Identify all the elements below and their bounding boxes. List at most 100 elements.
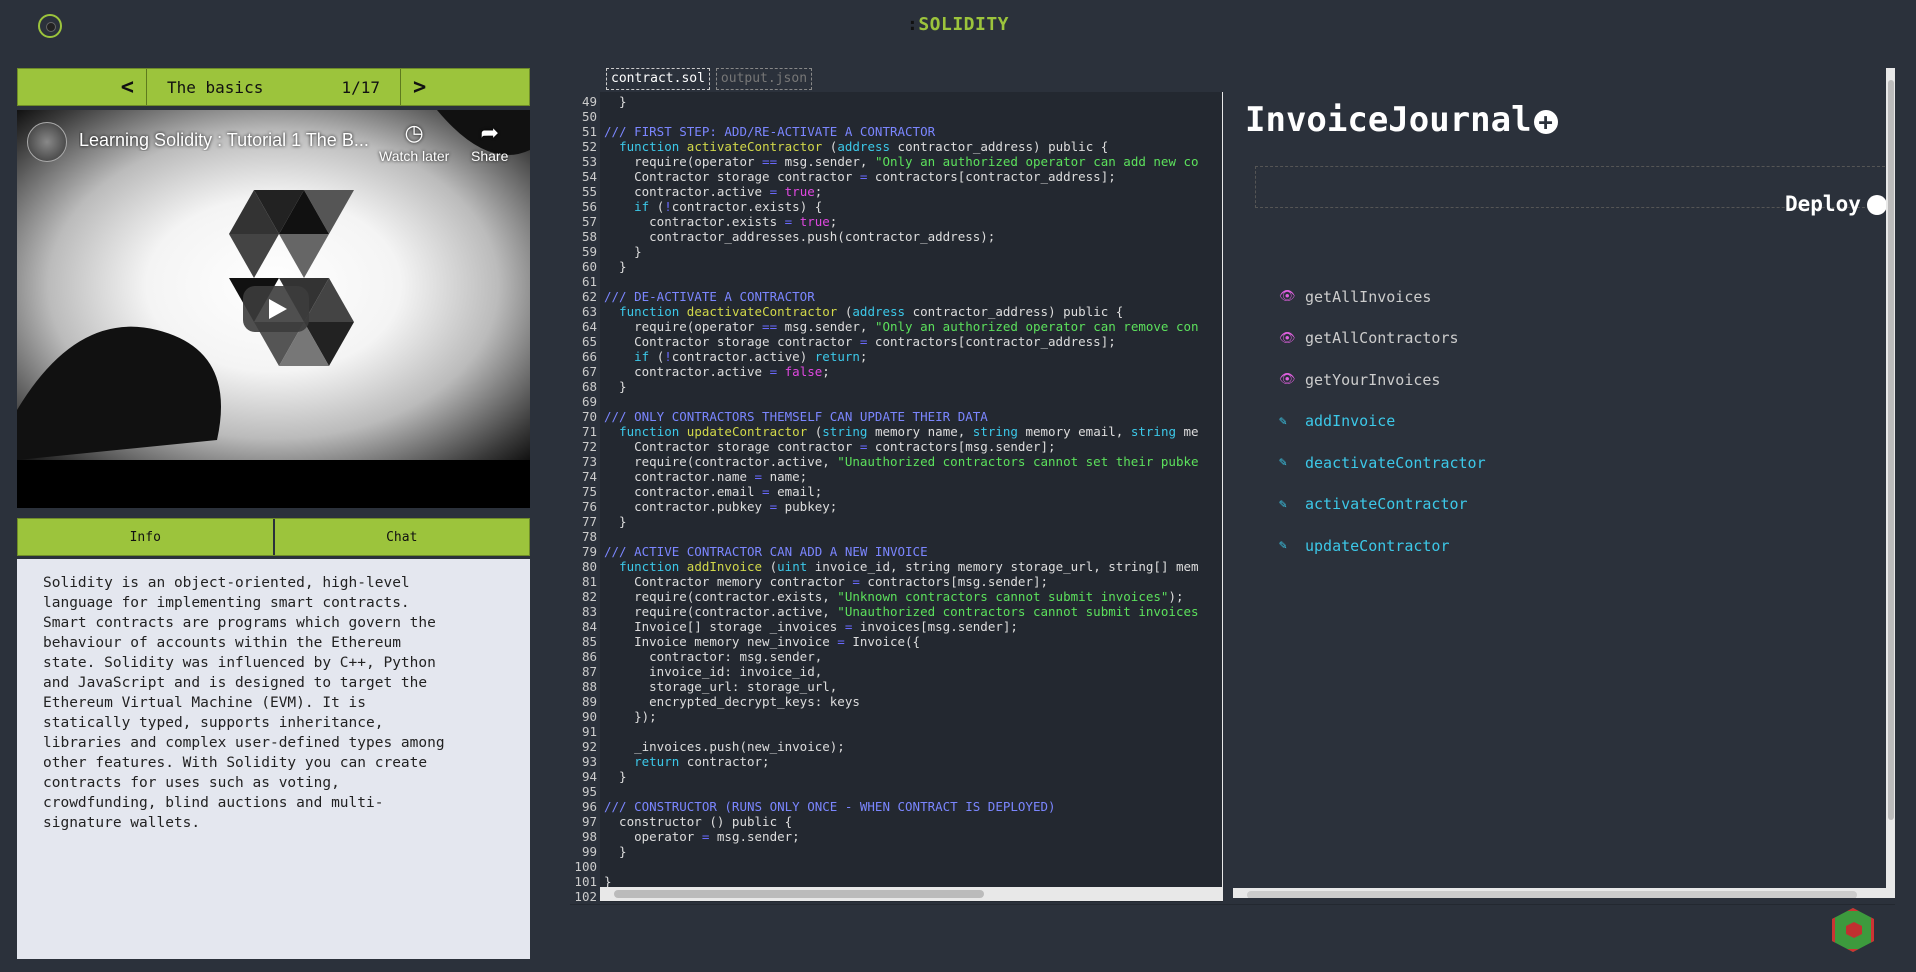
code-line: /// CONSTRUCTOR (RUNS ONLY ONCE - WHEN C… xyxy=(604,799,1056,814)
scroll-thumb[interactable] xyxy=(1888,80,1894,820)
lesson-selector[interactable]: The basics 1/17 xyxy=(146,69,401,105)
line-number: 86 xyxy=(581,649,597,664)
code-line: } xyxy=(604,379,627,394)
function-updateContractor[interactable]: ✎ updateContractor xyxy=(1279,525,1486,567)
code-line: function deactivateContractor (address c… xyxy=(619,304,1124,319)
code-line: require(contractor.active, "Unauthorized… xyxy=(604,604,1199,619)
eye-icon: 👁 xyxy=(1279,330,1296,346)
code-line: contractor: msg.sender, xyxy=(604,649,823,664)
editor-horizontal-scrollbar[interactable] xyxy=(600,887,1223,901)
share-button[interactable]: ➦ Share xyxy=(471,120,508,164)
line-number: 95 xyxy=(581,784,597,799)
line-number: 98 xyxy=(581,829,597,844)
line-number: 73 xyxy=(581,454,597,469)
code-line: if (!contractor.exists) { xyxy=(634,199,823,214)
line-number: 59 xyxy=(581,244,597,259)
function-deactivateContractor[interactable]: ✎ deactivateContractor xyxy=(1279,442,1486,484)
code-line: require(contractor.active, "Unauthorized… xyxy=(604,454,1199,469)
code-line: /// ONLY CONTRACTORS THEMSELF CAN UPDATE… xyxy=(604,409,988,424)
tab-info[interactable]: Info xyxy=(18,519,273,555)
code-line: /// FIRST STEP: ADD/RE-ACTIVATE A CONTRA… xyxy=(604,124,936,139)
contract-horizontal-scrollbar[interactable] xyxy=(1233,888,1895,898)
solidity-logo-image xyxy=(17,110,530,460)
function-activateContractor[interactable]: ✎ activateContractor xyxy=(1279,484,1486,526)
line-number: 67 xyxy=(581,364,597,379)
function-addInvoice[interactable]: ✎ addInvoice xyxy=(1279,401,1486,443)
play-button[interactable] xyxy=(243,286,309,332)
line-number: 83 xyxy=(581,604,597,619)
code-line: function updateContractor (string memory… xyxy=(619,424,1199,439)
function-getYourInvoices[interactable]: 👁 getYourInvoices xyxy=(1279,359,1486,401)
line-number: 93 xyxy=(581,754,597,769)
code-line: Contractor storage contractor = contract… xyxy=(604,169,1116,184)
line-numbers: 49 50 51 52 53 54 55 56 57 58 59 60 61 62 63 64 65 66 67 68… xyxy=(570,92,600,902)
function-label: addInvoice xyxy=(1305,412,1396,431)
edit-icon: ✎ xyxy=(1279,455,1287,471)
deploy-button[interactable]: Deploy xyxy=(1785,192,1887,216)
watch-later-button[interactable]: ◷ Watch later xyxy=(379,120,449,164)
line-number: 68 xyxy=(581,379,597,394)
video-player[interactable]: Learning Solidity : Tutorial 1 The B... … xyxy=(17,110,530,508)
tab-contract-sol[interactable]: contract.sol xyxy=(606,68,710,90)
source-code[interactable]: } /// FIRST STEP: ADD/RE-ACTIVATE A CONTR… xyxy=(604,92,1202,887)
code-line: function addInvoice (uint invoice_id, st… xyxy=(619,559,1199,574)
code-area[interactable]: 49 50 51 52 53 54 55 56 57 58 59 60 61 62 63 64 65 66 67 68… xyxy=(570,92,1223,902)
function-label: updateContractor xyxy=(1305,536,1450,555)
function-label: getYourInvoices xyxy=(1305,370,1441,389)
next-lesson-button[interactable]: > xyxy=(401,69,529,105)
prev-lesson-button[interactable]: < xyxy=(18,69,146,105)
code-line: }); xyxy=(604,709,657,724)
file-tabs: contract.sol output.json xyxy=(570,68,1223,92)
video-title[interactable]: Learning Solidity : Tutorial 1 The B... xyxy=(79,130,379,151)
function-getAllContractors[interactable]: 👁 getAllContractors xyxy=(1279,318,1486,360)
video-bottom-bar xyxy=(17,460,530,508)
code-line: } xyxy=(604,874,612,887)
code-line: } xyxy=(604,259,627,274)
code-line: } xyxy=(604,514,627,529)
add-icon[interactable]: + xyxy=(1533,109,1558,134)
line-number: 89 xyxy=(581,694,597,709)
code-line: if (!contractor.active) return; xyxy=(634,349,868,364)
scroll-thumb[interactable] xyxy=(614,890,984,898)
tab-output-json[interactable]: output.json xyxy=(715,68,813,90)
line-number: 90 xyxy=(581,709,597,724)
code-line: contractor.exists = true; xyxy=(604,214,838,229)
function-getAllInvoices[interactable]: 👁 getAllInvoices xyxy=(1279,276,1486,318)
code-line: function activateContractor (address con… xyxy=(619,139,1109,154)
function-label: getAllContractors xyxy=(1305,329,1459,348)
line-number: 94 xyxy=(581,769,597,784)
line-number: 97 xyxy=(581,814,597,829)
line-number: 57 xyxy=(581,214,597,229)
share-icon: ➦ xyxy=(480,120,499,145)
line-number: 99 xyxy=(581,844,597,859)
line-number: 49 xyxy=(581,94,597,109)
line-number: 96 xyxy=(581,799,597,814)
edit-icon: ✎ xyxy=(1279,538,1287,554)
edit-icon: ✎ xyxy=(1279,413,1287,429)
line-number: 80 xyxy=(581,559,597,574)
info-text: Solidity is an object-oriented, high-lev… xyxy=(17,559,530,959)
line-number: 61 xyxy=(581,274,597,289)
tab-chat[interactable]: Chat xyxy=(272,519,530,555)
function-label: deactivateContractor xyxy=(1305,453,1486,472)
console-area[interactable] xyxy=(570,904,1895,956)
function-label: getAllInvoices xyxy=(1305,287,1432,306)
code-line: contractor.email = email; xyxy=(604,484,823,499)
code-line: return contractor; xyxy=(634,754,770,769)
code-line: storage_url: storage_url, xyxy=(604,679,838,694)
channel-avatar[interactable] xyxy=(27,122,67,162)
code-editor: contract.sol output.json 49 50 51 52 53 54 55 5… xyxy=(570,68,1223,908)
code-line: operator = msg.sender; xyxy=(604,829,800,844)
line-number: 60 xyxy=(581,259,597,274)
editor-vertical-scrollbar[interactable] xyxy=(1222,92,1223,887)
line-number: 100 xyxy=(574,859,597,874)
contract-vertical-scrollbar[interactable] xyxy=(1886,68,1895,888)
lesson-progress: 1/17 xyxy=(341,77,380,97)
line-number: 75 xyxy=(581,484,597,499)
scroll-thumb[interactable] xyxy=(1247,891,1857,898)
eye-icon: 👁 xyxy=(1279,372,1296,388)
